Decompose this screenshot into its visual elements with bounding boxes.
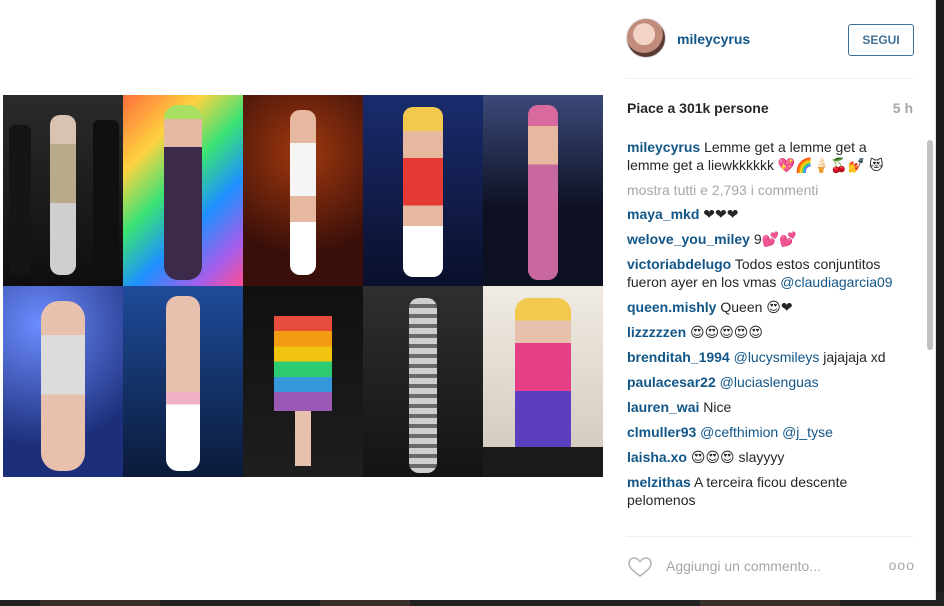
post-modal: mileycyrus SEGUI Piace a 301k persone 5 … <box>0 0 936 600</box>
author-username[interactable]: mileycyrus <box>677 31 750 47</box>
comment-item: melzithas A terceira ficou descente pelo… <box>627 473 912 509</box>
collage-tile <box>363 286 483 477</box>
comment-text: 9💕💕 <box>753 231 797 247</box>
comment-item: welove_you_miley 9💕💕 <box>627 230 912 248</box>
collage-tile <box>123 95 243 286</box>
comment-username[interactable]: laisha.xo <box>627 449 687 465</box>
comment-text: 😍😍😍 slayyyy <box>690 449 785 465</box>
photo-collage[interactable] <box>3 95 603 477</box>
avatar[interactable] <box>626 18 666 58</box>
header-divider <box>626 78 913 79</box>
comment-username[interactable]: victoriabdelugo <box>627 256 731 272</box>
comment-username[interactable]: paulacesar22 <box>627 374 716 390</box>
comment-text: ❤❤❤ <box>703 206 739 222</box>
heart-outline-icon[interactable] <box>627 556 653 578</box>
collage-tile <box>243 286 363 477</box>
follow-button[interactable]: SEGUI <box>848 24 914 56</box>
footer-divider <box>626 536 913 537</box>
collage-tile <box>3 95 123 286</box>
comments-scrollbar[interactable] <box>927 140 935 530</box>
comment-username[interactable]: welove_you_miley <box>627 231 750 247</box>
post-time[interactable]: 5 h <box>893 100 913 116</box>
likes-count[interactable]: Piace a 301k persone <box>627 100 769 116</box>
comment-username[interactable]: clmuller93 <box>627 424 696 440</box>
comment-username[interactable]: melzithas <box>627 474 691 490</box>
comment-username[interactable]: lauren_wai <box>627 399 699 415</box>
comment-mention[interactable]: @claudiagarcia09 <box>780 274 892 290</box>
caption-username[interactable]: mileycyrus <box>627 139 700 155</box>
comment-item: paulacesar22 @luciaslenguas <box>627 373 912 391</box>
comment-item: clmuller93 @cefthimion @j_tyse <box>627 423 912 441</box>
comment-item: lauren_wai Nice <box>627 398 912 416</box>
comments-list: mileycyrus Lemme get a lemme get a lemme… <box>627 138 912 534</box>
collage-tile <box>483 95 603 286</box>
comment-item: brenditah_1994 @lucysmileys jajajaja xd <box>627 348 912 366</box>
comment-item: maya_mkd ❤❤❤ <box>627 205 912 223</box>
show-all-comments-link[interactable]: mostra tutti e 2,793 i commenti <box>627 181 912 199</box>
comment-mention[interactable]: @luciaslenguas <box>720 374 819 390</box>
more-options-icon[interactable]: ooo <box>889 557 915 573</box>
comment-text: 😍😍😍😍😍 <box>690 324 763 340</box>
collage-tile <box>3 286 123 477</box>
scrollbar-thumb[interactable] <box>927 140 933 350</box>
comment-item: victoriabdelugo Todos estos conjuntitos … <box>627 255 912 291</box>
comment-username[interactable]: queen.mishly <box>627 299 716 315</box>
add-comment-input[interactable]: Aggiungi un commento... <box>666 558 821 574</box>
post-media <box>0 0 605 600</box>
comment-text: Queen 😍❤ <box>720 299 793 315</box>
comment-item: laisha.xo 😍😍😍 slayyyy <box>627 448 912 466</box>
collage-tile <box>483 286 603 477</box>
comment-username[interactable]: brenditah_1994 <box>627 349 730 365</box>
comment-text: Nice <box>703 399 732 415</box>
comment-item: lizzzzzen 😍😍😍😍😍 <box>627 323 912 341</box>
post-sidebar: mileycyrus SEGUI Piace a 301k persone 5 … <box>614 0 935 600</box>
comment-username[interactable]: lizzzzzen <box>627 324 686 340</box>
comment-text: jajajaja xd <box>823 349 886 365</box>
comment-mention[interactable]: @cefthimion @j_tyse <box>700 424 833 440</box>
comment-username[interactable]: maya_mkd <box>627 206 699 222</box>
post-header: mileycyrus SEGUI <box>614 0 935 78</box>
caption: mileycyrus Lemme get a lemme get a lemme… <box>627 138 912 174</box>
comment-mention[interactable]: @lucysmileys <box>734 349 820 365</box>
collage-tile <box>363 95 483 286</box>
collage-tile <box>123 286 243 477</box>
comment-item: queen.mishly Queen 😍❤ <box>627 298 912 316</box>
collage-tile <box>243 95 363 286</box>
